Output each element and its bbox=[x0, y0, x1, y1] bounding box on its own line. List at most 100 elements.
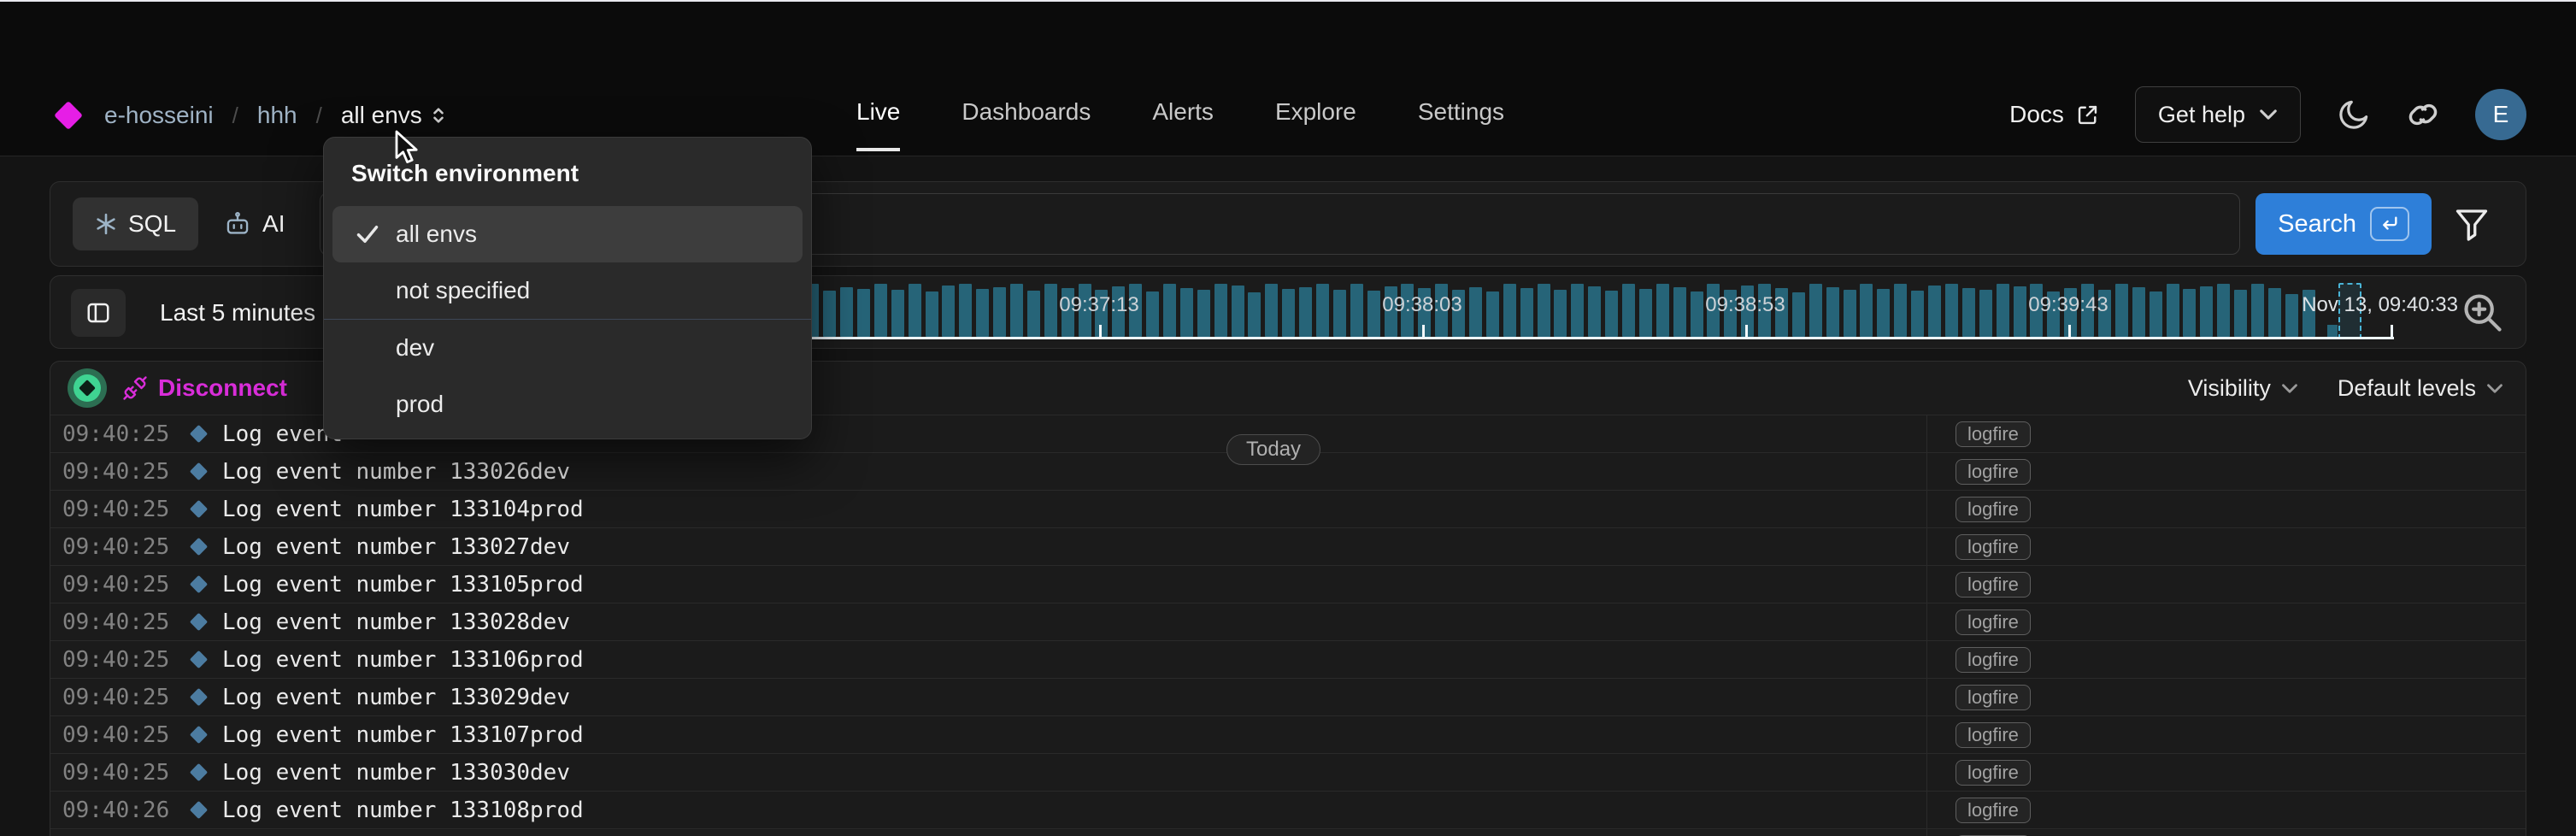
log-message: Log event number 133030dev bbox=[222, 760, 570, 786]
histogram-bar bbox=[1232, 286, 1244, 337]
histogram-bar bbox=[1844, 290, 1856, 337]
toggle-sidebar-button[interactable] bbox=[71, 289, 126, 337]
default-levels-label: Default levels bbox=[2338, 375, 2476, 402]
histogram-tick bbox=[1422, 325, 1425, 339]
histogram-bar bbox=[1333, 290, 1346, 337]
histogram-end-tick bbox=[2391, 325, 2393, 339]
docs-link[interactable]: Docs bbox=[2009, 101, 2099, 128]
log-rows: 09:40:25Log eventlogfireToday09:40:25Log… bbox=[50, 415, 2526, 836]
docs-label: Docs bbox=[2009, 101, 2064, 128]
log-row[interactable]: 09:40:26Log event number 133031devlogfir… bbox=[50, 829, 2526, 836]
scope-badge[interactable]: logfire bbox=[1956, 798, 2031, 823]
histogram-bar bbox=[1928, 286, 1941, 337]
user-avatar[interactable]: E bbox=[2475, 89, 2526, 140]
scope-badge[interactable]: logfire bbox=[1956, 497, 2031, 522]
histogram-bar bbox=[1146, 291, 1159, 337]
avatar-letter: E bbox=[2493, 101, 2509, 128]
log-row[interactable]: 09:40:25Log event number 133027devlogfir… bbox=[50, 528, 2526, 566]
filter-button[interactable] bbox=[2454, 207, 2490, 241]
scope-badge[interactable]: logfire bbox=[1956, 572, 2031, 598]
search-button[interactable]: Search bbox=[2255, 193, 2432, 255]
log-row[interactable]: 09:40:25Log event number 133104prodlogfi… bbox=[50, 491, 2526, 528]
log-row[interactable]: 09:40:25 Log event number 133030dev logfir… bbox=[50, 754, 2526, 792]
histogram-bar bbox=[2251, 284, 2264, 337]
scope-badge[interactable]: logfire bbox=[1956, 647, 2031, 673]
histogram-bar bbox=[1809, 284, 1822, 337]
scope-badge[interactable]: logfire bbox=[1956, 760, 2031, 786]
histogram-bar bbox=[1520, 288, 1533, 337]
time-range-selector[interactable]: Last 5 minutes bbox=[160, 276, 344, 350]
scope-badge[interactable]: logfire bbox=[1956, 609, 2031, 635]
log-row[interactable]: 09:40:25Log event number 133105prodlogfi… bbox=[50, 566, 2526, 603]
log-diamond-icon bbox=[190, 801, 208, 819]
share-link-icon[interactable] bbox=[2407, 98, 2439, 131]
log-row[interactable]: 09:40:25Log event number 133106prodlogfi… bbox=[50, 641, 2526, 679]
histogram-bar bbox=[840, 287, 853, 337]
today-badge: Today bbox=[1226, 434, 1320, 465]
scope-badge[interactable]: logfire bbox=[1956, 459, 2031, 485]
log-timestamp: 09:40:25 bbox=[62, 760, 189, 786]
tab-explore[interactable]: Explore bbox=[1275, 90, 1356, 151]
tab-settings[interactable]: Settings bbox=[1418, 90, 1504, 151]
dark-mode-moon-icon[interactable] bbox=[2337, 97, 2371, 132]
log-row[interactable]: 09:40:26Log event number 133108prodlogfi… bbox=[50, 792, 2526, 829]
log-timestamp: 09:40:25 bbox=[62, 572, 189, 598]
environment-selector-label: all envs bbox=[341, 102, 422, 129]
filter-funnel-icon bbox=[2454, 207, 2490, 241]
env-option-not-specified[interactable]: not specified bbox=[332, 262, 803, 319]
tab-live[interactable]: Live bbox=[856, 90, 900, 151]
log-message: Log event number 133026dev bbox=[222, 459, 570, 485]
log-timestamp: 09:40:25 bbox=[62, 722, 189, 748]
histogram-bar bbox=[2327, 325, 2338, 337]
logfire-logo-icon[interactable] bbox=[54, 101, 83, 130]
env-option-dev[interactable]: dev bbox=[332, 320, 803, 376]
tab-dashboards[interactable]: Dashboards bbox=[962, 90, 1091, 151]
histogram-bar bbox=[942, 286, 955, 337]
nav-tabs: Live Dashboards Alerts Explore Settings bbox=[856, 90, 1504, 151]
breadcrumb-org[interactable]: e-hosseini bbox=[104, 102, 214, 129]
histogram-bar bbox=[1248, 292, 1261, 337]
sql-toggle-button[interactable]: SQL bbox=[73, 197, 198, 250]
sidebar-panel-icon bbox=[85, 300, 111, 326]
histogram-bar bbox=[2234, 290, 2247, 337]
histogram-bar bbox=[1911, 291, 1924, 337]
scope-badge[interactable]: logfire bbox=[1956, 685, 2031, 710]
histogram-bar bbox=[1792, 292, 1805, 337]
histogram-tick-label: 09:37:13 bbox=[1059, 293, 1138, 317]
logfire-app: e-hosseini / hhh / all envs LiveDashboar… bbox=[0, 0, 2576, 836]
log-row[interactable]: 09:40:25Log event number 133028devlogfir… bbox=[50, 603, 2526, 641]
zoom-in-icon bbox=[2461, 291, 2505, 335]
histogram-bar bbox=[1538, 284, 1550, 337]
tab-alerts[interactable]: Alerts bbox=[1152, 90, 1214, 151]
histogram-bar bbox=[2285, 294, 2298, 337]
histogram-bar bbox=[926, 291, 938, 337]
histogram-bar bbox=[1639, 289, 1652, 337]
ai-button[interactable]: AI bbox=[224, 210, 285, 238]
zoom-in-button[interactable] bbox=[2461, 291, 2505, 339]
default-levels-dropdown[interactable]: Default levels bbox=[2338, 375, 2503, 402]
log-row[interactable]: 09:40:25Log event number 133107prodlogfi… bbox=[50, 716, 2526, 754]
breadcrumb-project[interactable]: hhh bbox=[257, 102, 297, 129]
scope-badge[interactable]: logfire bbox=[1956, 722, 2031, 748]
histogram-bar bbox=[1826, 287, 1839, 337]
log-message: Log event number 133027dev bbox=[222, 534, 570, 560]
visibility-dropdown[interactable]: Visibility bbox=[2188, 375, 2298, 402]
disconnect-button[interactable]: Disconnect bbox=[122, 374, 287, 402]
get-help-button[interactable]: Get help bbox=[2135, 86, 2301, 143]
histogram-bar bbox=[1469, 287, 1482, 337]
live-status: Disconnect bbox=[68, 368, 287, 408]
env-option-prod[interactable]: prod bbox=[332, 376, 803, 433]
log-diamond-icon bbox=[190, 763, 208, 781]
scope-badge[interactable]: logfire bbox=[1956, 421, 2031, 447]
environment-selector[interactable]: all envs bbox=[341, 102, 446, 129]
histogram-tick bbox=[1745, 325, 1748, 339]
histogram-bar bbox=[1691, 291, 1703, 337]
log-row[interactable]: 09:40:25Log event number 133029devlogfir… bbox=[50, 679, 2526, 716]
histogram-bar bbox=[2167, 284, 2179, 337]
histogram-bar bbox=[1962, 288, 1975, 337]
scope-badge[interactable]: logfire bbox=[1956, 534, 2031, 560]
env-option-all-envs[interactable]: all envs bbox=[332, 206, 803, 262]
histogram-bar bbox=[1010, 284, 1023, 337]
histogram-bar bbox=[1588, 286, 1601, 337]
log-timestamp: 09:40:25 bbox=[62, 421, 189, 447]
